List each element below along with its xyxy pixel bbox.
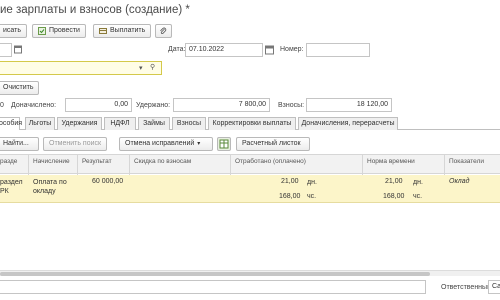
row-worked-days-unit: дн. bbox=[307, 179, 317, 186]
cancel-fix-button[interactable]: Отмена исправлений ▾ bbox=[119, 137, 213, 151]
row-indicator: Оклад bbox=[449, 178, 470, 185]
clear-button[interactable]: Очистить bbox=[0, 81, 40, 95]
col-discount: Скидка по взносам bbox=[134, 158, 192, 165]
cancel-search-label: Отменить поиск bbox=[49, 140, 102, 147]
cancel-fix-label: Отмена исправлений bbox=[125, 140, 195, 147]
tab-loans[interactable]: Займы bbox=[138, 117, 170, 130]
month-calendar-icon[interactable] bbox=[14, 44, 22, 54]
organization-field[interactable] bbox=[0, 61, 162, 75]
row-norm-hours-unit: чс. bbox=[413, 193, 423, 200]
row-department: раздел РК bbox=[0, 179, 23, 195]
find-button-label: Найти... bbox=[3, 140, 29, 147]
contributions-label: Взносы: bbox=[278, 102, 305, 109]
number-label: Номер: bbox=[280, 46, 304, 53]
tab-deductions[interactable]: Удержания bbox=[57, 117, 102, 130]
row-norm-hours: 168,00 bbox=[383, 193, 405, 200]
col-worked: Отработано (оплачено) bbox=[235, 158, 306, 165]
date-calendar-icon[interactable] bbox=[265, 44, 274, 55]
post-button[interactable]: Провести bbox=[32, 24, 86, 38]
tab-bar: особия Льготы Удержания НДФЛ Займы Взнос… bbox=[0, 117, 500, 130]
table-header: разде Начисление Результат Скидка по взн… bbox=[0, 154, 500, 175]
col-department: разде bbox=[0, 158, 18, 165]
row-result: 60 000,00 bbox=[92, 178, 124, 185]
col-indicators: Показатели bbox=[449, 158, 484, 165]
clear-button-label: Очистить bbox=[3, 84, 34, 91]
payslip-label: Расчетный листок bbox=[242, 140, 301, 147]
attach-button[interactable] bbox=[155, 24, 172, 38]
tab-recalculations[interactable]: Доначисления, перерасчеты bbox=[298, 117, 398, 130]
write-button[interactable]: исать bbox=[0, 24, 28, 38]
post-button-label: Провести bbox=[49, 27, 80, 34]
open-link-icon[interactable]: ⚲ bbox=[150, 63, 155, 71]
post-icon bbox=[38, 27, 46, 35]
pay-button-label: Выплатить bbox=[110, 27, 146, 34]
cancel-search-button[interactable]: Отменить поиск bbox=[43, 137, 107, 151]
chevron-down-icon: ▾ bbox=[197, 141, 201, 147]
row-worked-hours: 168,00 bbox=[279, 193, 301, 200]
tab-benefits[interactable]: особия bbox=[0, 117, 22, 130]
payslip-button[interactable]: Расчетный листок bbox=[236, 137, 310, 151]
table-row[interactable] bbox=[0, 175, 500, 203]
date-label: Дата: bbox=[168, 46, 186, 53]
horizontal-scrollbar[interactable] bbox=[0, 270, 500, 276]
withheld-label: Удержано: bbox=[136, 102, 171, 109]
settings-grid-button[interactable] bbox=[217, 137, 231, 151]
responsible-label: Ответственный: bbox=[441, 284, 493, 291]
row-accrual: Оплата по окладу bbox=[33, 179, 67, 195]
pay-button[interactable]: Выплатить bbox=[93, 24, 152, 38]
responsible-field[interactable]: Са bbox=[488, 280, 500, 294]
col-norm: Норма времени bbox=[367, 158, 415, 165]
paperclip-icon bbox=[160, 27, 167, 34]
contributions-field: 18 120,00 bbox=[306, 98, 392, 112]
col-result: Результат bbox=[82, 158, 112, 165]
first-total-value: 0 bbox=[0, 102, 4, 109]
row-worked-hours-unit: чс. bbox=[307, 193, 317, 200]
dropdown-arrow-icon[interactable]: ▾ bbox=[139, 64, 143, 72]
window-title: ие зарплаты и взносов (создание) * bbox=[0, 4, 190, 16]
month-field[interactable] bbox=[0, 43, 12, 57]
pay-icon bbox=[99, 28, 107, 34]
grid-icon bbox=[219, 139, 229, 149]
scrollbar-thumb[interactable] bbox=[0, 272, 430, 276]
row-worked-days: 21,00 bbox=[281, 178, 299, 185]
row-norm-days-unit: дн. bbox=[413, 179, 423, 186]
tab-payment-corrections[interactable]: Корректировки выплаты bbox=[208, 117, 296, 130]
accrued-label: Доначислено: bbox=[11, 102, 57, 109]
accrued-field: 0,00 bbox=[65, 98, 132, 112]
number-field[interactable] bbox=[306, 43, 370, 57]
tab-ndfl[interactable]: НДФЛ bbox=[104, 117, 136, 130]
write-button-label: исать bbox=[3, 27, 22, 34]
tab-privileges[interactable]: Льготы bbox=[25, 117, 55, 130]
find-button[interactable]: Найти... bbox=[0, 137, 39, 151]
row-norm-days: 21,00 bbox=[385, 178, 403, 185]
comment-field[interactable] bbox=[0, 280, 426, 294]
col-accrual: Начисление bbox=[33, 158, 70, 165]
tab-contributions[interactable]: Взносы bbox=[172, 117, 206, 130]
date-field[interactable]: 07.10.2022 bbox=[185, 43, 263, 57]
withheld-field: 7 800,00 bbox=[173, 98, 270, 112]
